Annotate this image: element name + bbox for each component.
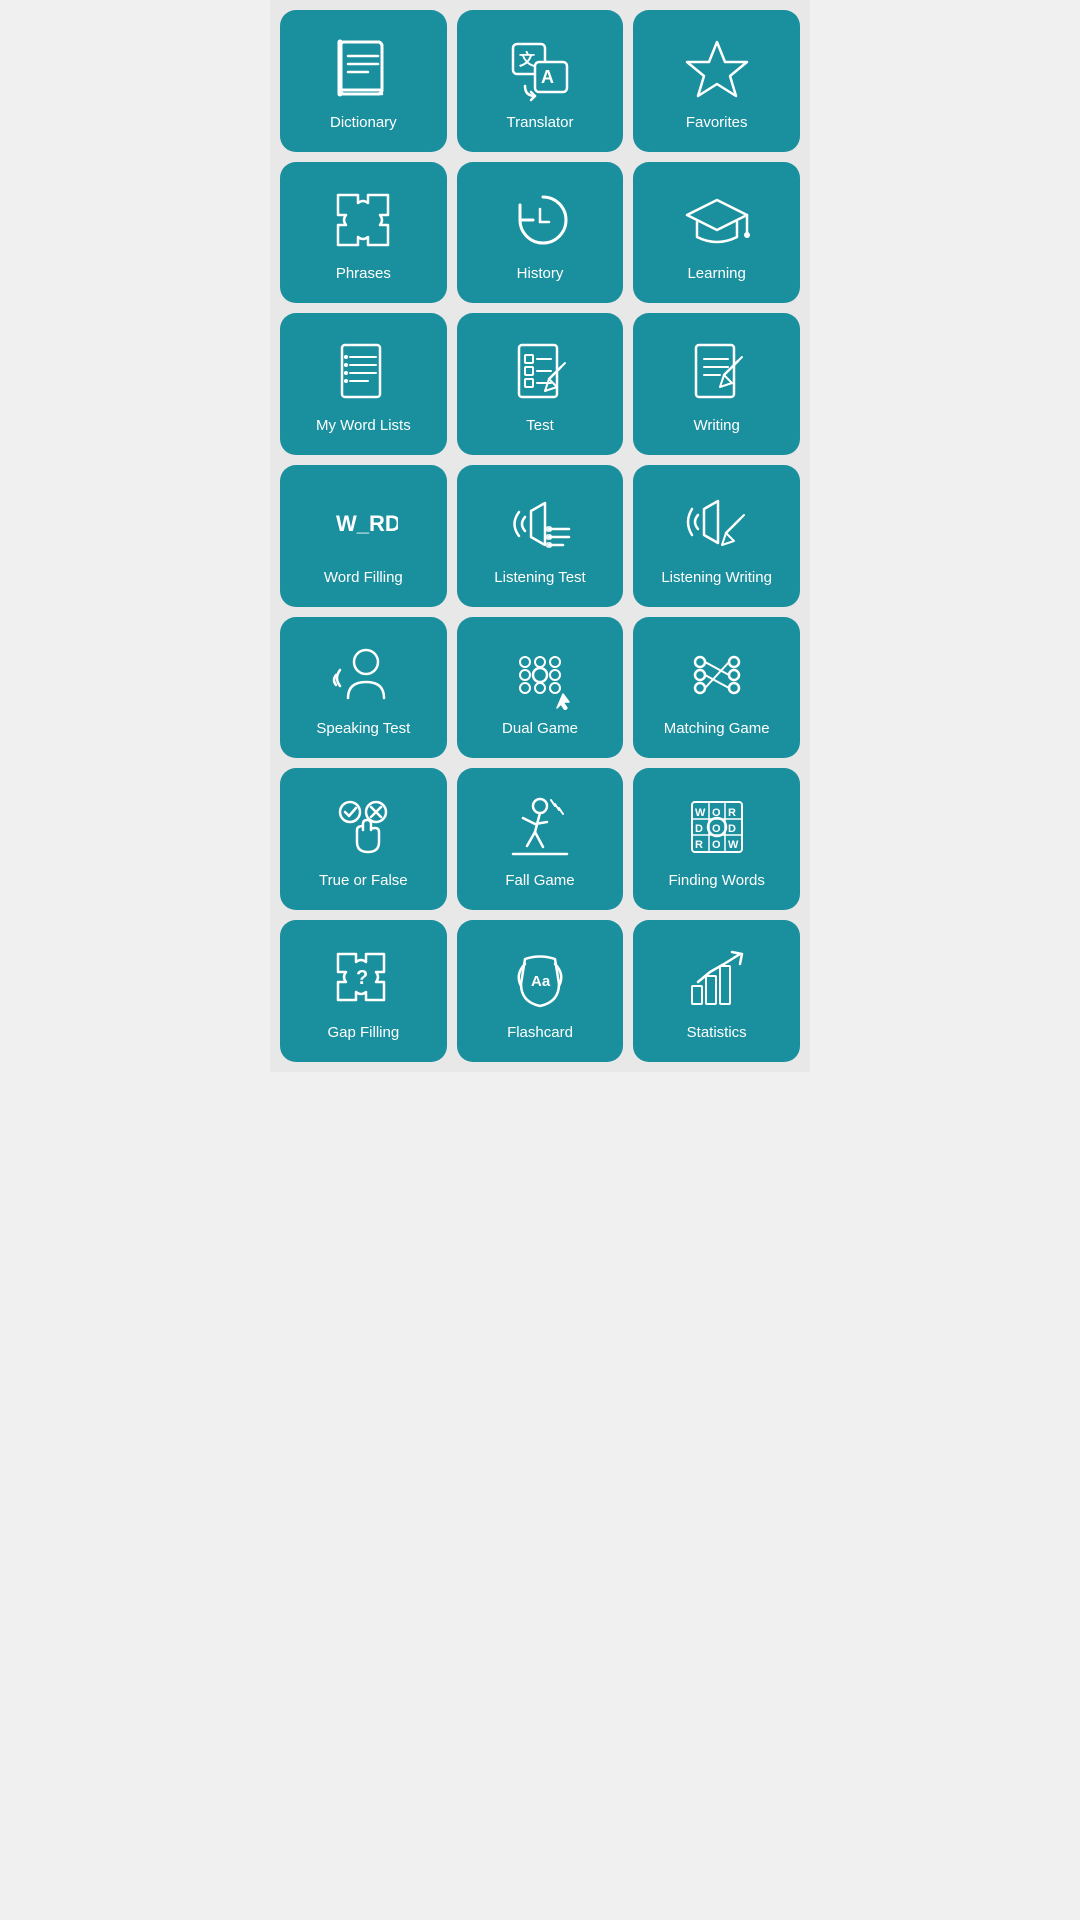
matching-game-icon <box>682 640 752 710</box>
finding-words-label: Finding Words <box>668 872 764 890</box>
my-word-lists-icon <box>328 337 398 407</box>
tile-speaking-test[interactable]: Speaking Test <box>280 617 447 759</box>
svg-text:文: 文 <box>519 50 536 69</box>
tile-dictionary[interactable]: Dictionary <box>280 10 447 152</box>
fall-game-icon <box>505 792 575 862</box>
svg-text:O: O <box>712 839 721 851</box>
tile-gap-filling[interactable]: ? Gap Filling <box>280 920 447 1062</box>
tile-true-or-false[interactable]: True or False <box>280 768 447 910</box>
svg-text:A: A <box>541 67 554 87</box>
dual-game-icon <box>505 640 575 710</box>
svg-text:?: ? <box>356 967 368 989</box>
phrases-icon <box>328 185 398 255</box>
tile-word-filling[interactable]: W_RD Word Filling <box>280 465 447 607</box>
writing-icon <box>682 337 752 407</box>
dual-game-label: Dual Game <box>502 720 578 738</box>
listening-test-label: Listening Test <box>494 569 585 587</box>
listening-writing-label: Listening Writing <box>661 569 772 587</box>
statistics-label: Statistics <box>687 1024 747 1042</box>
svg-text:W: W <box>695 807 706 819</box>
favorites-label: Favorites <box>686 114 748 132</box>
tile-listening-writing[interactable]: Listening Writing <box>633 465 800 607</box>
svg-text:W: W <box>728 839 739 851</box>
test-label: Test <box>526 417 554 435</box>
statistics-icon <box>682 944 752 1014</box>
tile-translator[interactable]: 文 A Translator <box>457 10 624 152</box>
tile-writing[interactable]: Writing <box>633 313 800 455</box>
true-or-false-label: True or False <box>319 872 408 890</box>
flashcard-icon: Aa <box>505 944 575 1014</box>
my-word-lists-label: My Word Lists <box>316 417 411 435</box>
tile-statistics[interactable]: Statistics <box>633 920 800 1062</box>
speaking-test-label: Speaking Test <box>316 720 410 738</box>
svg-text:Aa: Aa <box>531 973 551 990</box>
tile-finding-words[interactable]: W O R D O D R O W Finding Words <box>633 768 800 910</box>
learning-icon <box>682 185 752 255</box>
history-label: History <box>517 265 564 283</box>
true-or-false-icon <box>328 792 398 862</box>
listening-test-icon <box>505 489 575 559</box>
speaking-test-icon <box>328 640 398 710</box>
tile-matching-game[interactable]: Matching Game <box>633 617 800 759</box>
tile-my-word-lists[interactable]: My Word Lists <box>280 313 447 455</box>
tile-flashcard[interactable]: Aa Flashcard <box>457 920 624 1062</box>
history-icon <box>505 185 575 255</box>
tile-history[interactable]: History <box>457 162 624 304</box>
fall-game-label: Fall Game <box>505 872 574 890</box>
app-grid: Dictionary 文 A Translator Favorites <box>270 0 810 1072</box>
svg-text:R: R <box>728 807 736 819</box>
svg-text:W_RD: W_RD <box>336 511 398 536</box>
tile-fall-game[interactable]: Fall Game <box>457 768 624 910</box>
tile-favorites[interactable]: Favorites <box>633 10 800 152</box>
dictionary-label: Dictionary <box>330 114 397 132</box>
svg-text:D: D <box>728 823 736 835</box>
test-icon <box>505 337 575 407</box>
translator-icon: 文 A <box>505 34 575 104</box>
favorites-icon <box>682 34 752 104</box>
tile-phrases[interactable]: Phrases <box>280 162 447 304</box>
dictionary-icon <box>328 34 398 104</box>
word-filling-icon: W_RD <box>328 489 398 559</box>
learning-label: Learning <box>687 265 745 283</box>
tile-test[interactable]: Test <box>457 313 624 455</box>
svg-text:R: R <box>695 839 703 851</box>
tile-learning[interactable]: Learning <box>633 162 800 304</box>
gap-filling-label: Gap Filling <box>327 1024 399 1042</box>
listening-writing-icon <box>682 489 752 559</box>
matching-game-label: Matching Game <box>664 720 770 738</box>
svg-text:O: O <box>712 823 721 835</box>
flashcard-label: Flashcard <box>507 1024 573 1042</box>
tile-dual-game[interactable]: Dual Game <box>457 617 624 759</box>
gap-filling-icon: ? <box>328 944 398 1014</box>
word-filling-label: Word Filling <box>324 569 403 587</box>
tile-listening-test[interactable]: Listening Test <box>457 465 624 607</box>
finding-words-icon: W O R D O D R O W <box>682 792 752 862</box>
translator-label: Translator <box>507 114 574 132</box>
writing-label: Writing <box>693 417 739 435</box>
phrases-label: Phrases <box>336 265 391 283</box>
svg-text:D: D <box>695 823 703 835</box>
